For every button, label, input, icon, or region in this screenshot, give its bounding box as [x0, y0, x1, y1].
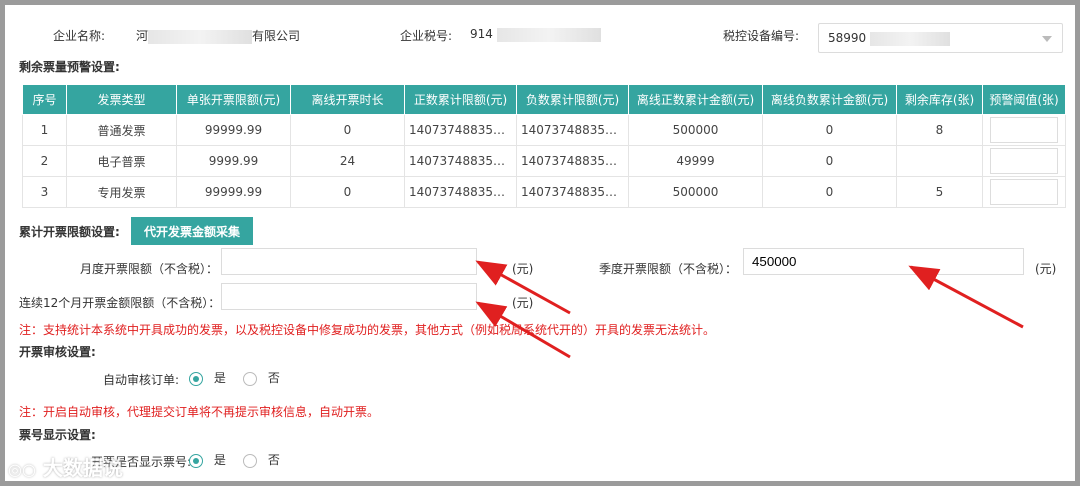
settings-panel: 企业名称: 河有限公司 企业税号: 914 税控设备编号: 58990 剩余票量… — [5, 5, 1075, 481]
arrow-to-quarterly-input — [908, 265, 1024, 329]
arrow-to-rolling-input — [475, 301, 571, 359]
annotation-arrows — [475, 260, 1024, 359]
arrow-to-monthly-input — [475, 260, 571, 315]
